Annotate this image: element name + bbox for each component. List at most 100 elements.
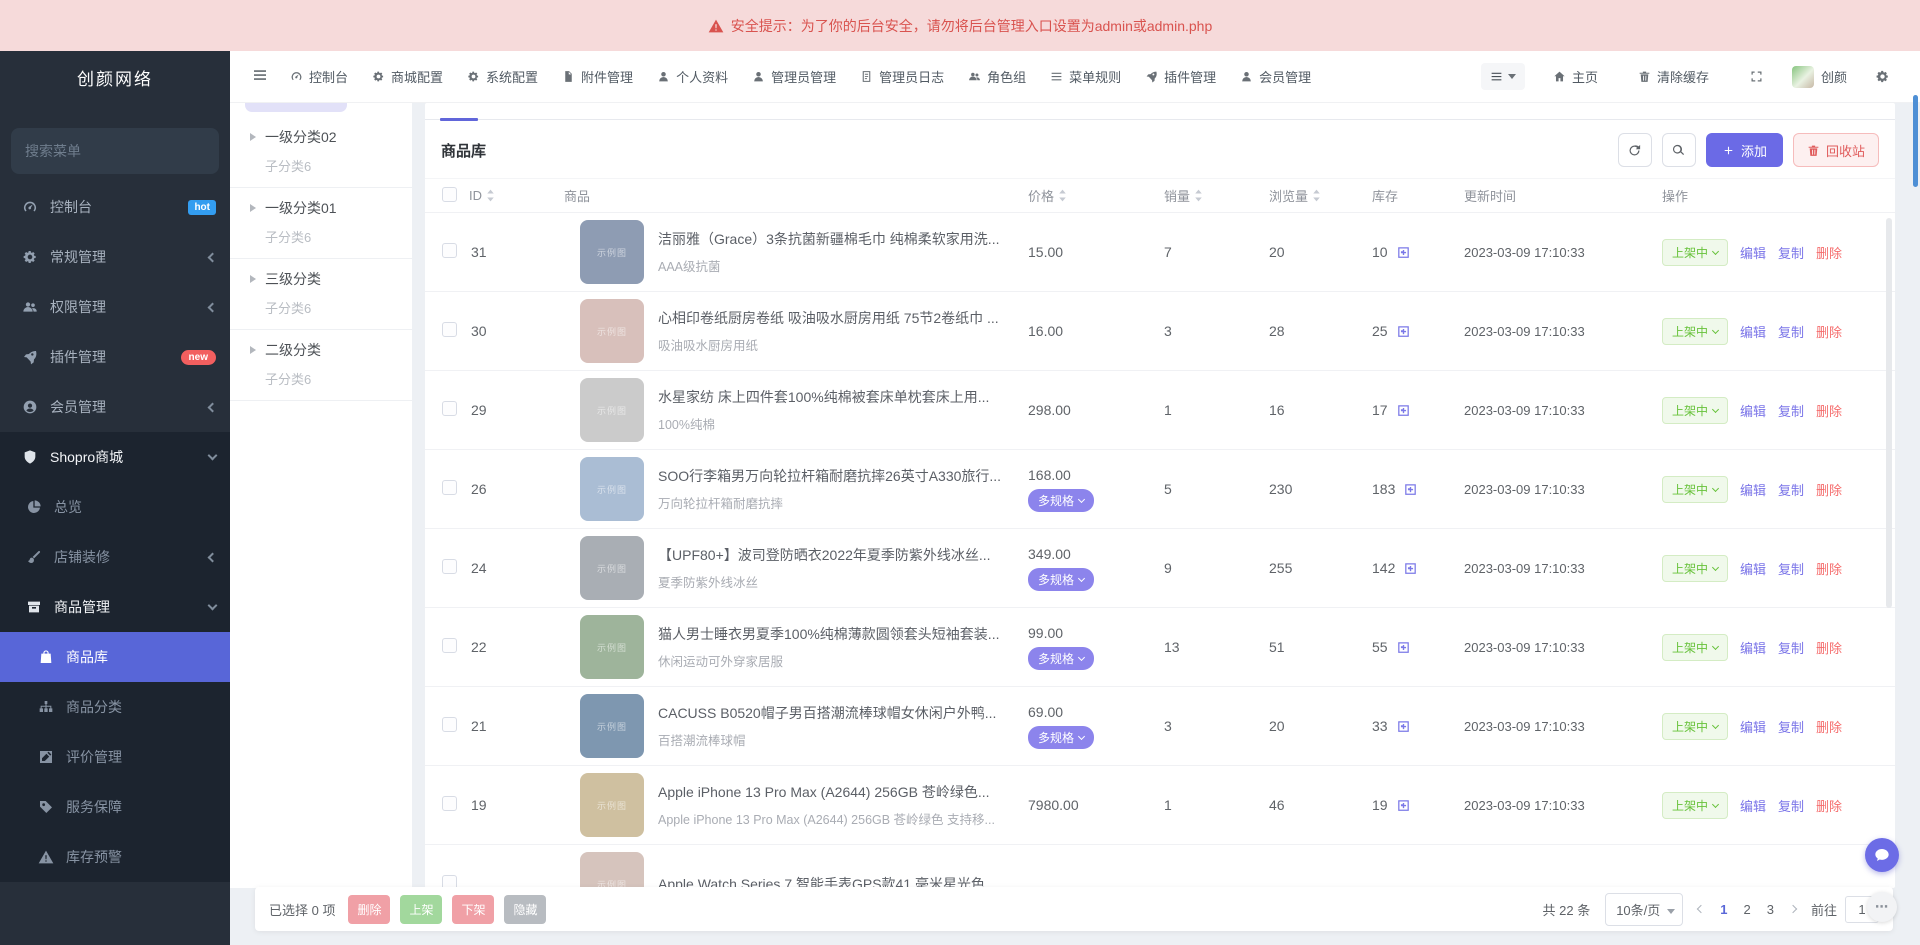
copy-link[interactable]: 复制 [1778, 243, 1804, 262]
expand-caret-icon[interactable] [250, 346, 256, 354]
sidebar-item-goods-library[interactable]: 商品库 [0, 632, 230, 682]
edit-link[interactable]: 编辑 [1740, 322, 1766, 341]
nav-mall-config[interactable]: 商城配置 [360, 51, 455, 102]
sort-icon[interactable] [1058, 189, 1067, 202]
sidebar-item-console[interactable]: 控制台 hot [0, 182, 230, 232]
bulk-delete-button[interactable]: 删除 [348, 895, 390, 924]
nav-user-menu[interactable]: 创颜 [1792, 66, 1847, 88]
status-dropdown[interactable]: 上架中 [1662, 239, 1728, 266]
bulk-hide-button[interactable]: 隐藏 [504, 895, 546, 924]
edit-link[interactable]: 编辑 [1740, 401, 1766, 420]
nav-menu-rule[interactable]: 菜单规则 [1038, 51, 1133, 102]
category-tree-item[interactable]: 二级分类 子分类6 [230, 330, 412, 401]
add-button[interactable]: 添加 [1706, 133, 1783, 167]
product-title[interactable]: 心相印卷纸厨房卷纸 吸油吸水厨房用纸 75节2卷纸巾 ... [658, 308, 999, 328]
multi-spec-badge[interactable]: 多规格 [1028, 568, 1094, 591]
nav-attachment-manage[interactable]: 附件管理 [550, 51, 645, 102]
sort-icon[interactable] [1312, 189, 1321, 202]
prev-page-button[interactable] [1698, 906, 1704, 912]
copy-link[interactable]: 复制 [1778, 480, 1804, 499]
row-checkbox[interactable] [442, 717, 457, 732]
delete-link[interactable]: 删除 [1816, 401, 1842, 420]
edit-link[interactable]: 编辑 [1740, 638, 1766, 657]
bulk-off-shelf-button[interactable]: 下架 [452, 895, 494, 924]
status-dropdown[interactable]: 上架中 [1662, 318, 1728, 345]
copy-link[interactable]: 复制 [1778, 559, 1804, 578]
nav-role-group[interactable]: 角色组 [956, 51, 1038, 102]
stock-edit-icon[interactable] [1396, 719, 1411, 734]
copy-link[interactable]: 复制 [1778, 401, 1804, 420]
edit-link[interactable]: 编辑 [1740, 243, 1766, 262]
row-checkbox[interactable] [442, 638, 457, 653]
sidebar-item-addon-manage[interactable]: 插件管理 new [0, 332, 230, 382]
status-dropdown[interactable]: 上架中 [1662, 555, 1728, 582]
nav-profile[interactable]: 个人资料 [645, 51, 740, 102]
nav-addon-manage[interactable]: 插件管理 [1133, 51, 1228, 102]
nav-member-manage[interactable]: 会员管理 [1228, 51, 1323, 102]
status-dropdown[interactable]: 上架中 [1662, 476, 1728, 503]
row-checkbox[interactable] [442, 401, 457, 416]
nav-settings[interactable] [1863, 69, 1902, 84]
stock-edit-icon[interactable] [1403, 482, 1418, 497]
sidebar-item-goods-manage[interactable]: 商品管理 [0, 582, 230, 632]
sort-icon[interactable] [1194, 189, 1203, 202]
category-tree-item[interactable]: 一级分类01 子分类6 [230, 188, 412, 259]
bulk-on-shelf-button[interactable]: 上架 [400, 895, 442, 924]
sidebar-item-store-decoration[interactable]: 店铺装修 [0, 532, 230, 582]
status-dropdown[interactable]: 上架中 [1662, 634, 1728, 661]
expand-caret-icon[interactable] [250, 204, 256, 212]
nav-console[interactable]: 控制台 [278, 51, 360, 102]
next-page-button[interactable] [1790, 906, 1796, 912]
delete-link[interactable]: 删除 [1816, 559, 1842, 578]
category-tree-item[interactable]: 三级分类 子分类6 [230, 259, 412, 330]
stock-edit-icon[interactable] [1396, 245, 1411, 260]
status-dropdown[interactable]: 上架中 [1662, 792, 1728, 819]
stock-edit-icon[interactable] [1396, 798, 1411, 813]
sidebar-toggle-button[interactable] [242, 67, 278, 86]
edit-link[interactable]: 编辑 [1740, 480, 1766, 499]
page-scrollbar-thumb[interactable] [1913, 95, 1918, 187]
copy-link[interactable]: 复制 [1778, 717, 1804, 736]
product-title[interactable]: Apple Watch Series 7 智能手表GPS款41 毫米星光色... [658, 874, 997, 888]
product-title[interactable]: SOO行李箱男万向轮拉杆箱耐磨抗摔26英寸A330旅行... [658, 466, 1001, 486]
recycle-bin-button[interactable]: 回收站 [1793, 133, 1879, 167]
delete-link[interactable]: 删除 [1816, 243, 1842, 262]
product-title[interactable]: 洁丽雅（Grace）3条抗菌新疆棉毛巾 纯棉柔软家用洗... [658, 229, 999, 249]
chat-float-button[interactable] [1865, 838, 1899, 872]
copy-link[interactable]: 复制 [1778, 796, 1804, 815]
nav-admin-log[interactable]: 管理员日志 [848, 51, 956, 102]
product-title[interactable]: 猫人男士睡衣男夏季100%纯棉薄款圆领套头短袖套装... [658, 624, 999, 644]
sidebar-item-overview[interactable]: 总览 [0, 482, 230, 532]
expand-caret-icon[interactable] [250, 133, 256, 141]
status-dropdown[interactable]: 上架中 [1662, 713, 1728, 740]
product-title[interactable]: Apple iPhone 13 Pro Max (A2644) 256GB 苍岭… [658, 782, 995, 802]
page-number-1[interactable]: 1 [1720, 902, 1727, 917]
nav-collapse-dropdown[interactable] [1481, 63, 1525, 90]
sidebar-item-stock-warning[interactable]: 库存预警 [0, 832, 230, 882]
row-checkbox[interactable] [442, 322, 457, 337]
edit-link[interactable]: 编辑 [1740, 717, 1766, 736]
product-title[interactable]: 【UPF80+】波司登防晒衣2022年夏季防紫外线冰丝... [658, 545, 991, 565]
stock-edit-icon[interactable] [1396, 640, 1411, 655]
status-dropdown[interactable]: 上架中 [1662, 397, 1728, 424]
page-number-2[interactable]: 2 [1744, 902, 1751, 917]
product-title[interactable]: 水星家纺 床上四件套100%纯棉被套床单枕套床上用... [658, 387, 989, 407]
copy-link[interactable]: 复制 [1778, 638, 1804, 657]
stock-edit-icon[interactable] [1396, 403, 1411, 418]
row-checkbox[interactable] [442, 559, 457, 574]
product-title[interactable]: CACUSS B0520帽子男百搭潮流棒球帽女休闲户外鸭... [658, 703, 996, 723]
nav-home[interactable]: 主页 [1541, 67, 1610, 86]
multi-spec-badge[interactable]: 多规格 [1028, 726, 1094, 749]
multi-spec-badge[interactable]: 多规格 [1028, 647, 1094, 670]
row-checkbox[interactable] [442, 796, 457, 811]
delete-link[interactable]: 删除 [1816, 717, 1842, 736]
nav-fullscreen[interactable] [1737, 69, 1776, 84]
delete-link[interactable]: 删除 [1816, 638, 1842, 657]
refresh-button[interactable] [1618, 133, 1652, 167]
delete-link[interactable]: 删除 [1816, 796, 1842, 815]
delete-link[interactable]: 删除 [1816, 322, 1842, 341]
copy-link[interactable]: 复制 [1778, 322, 1804, 341]
nav-system-config[interactable]: 系统配置 [455, 51, 550, 102]
row-checkbox[interactable] [442, 480, 457, 495]
page-size-select[interactable]: 10条/页 [1605, 893, 1683, 926]
